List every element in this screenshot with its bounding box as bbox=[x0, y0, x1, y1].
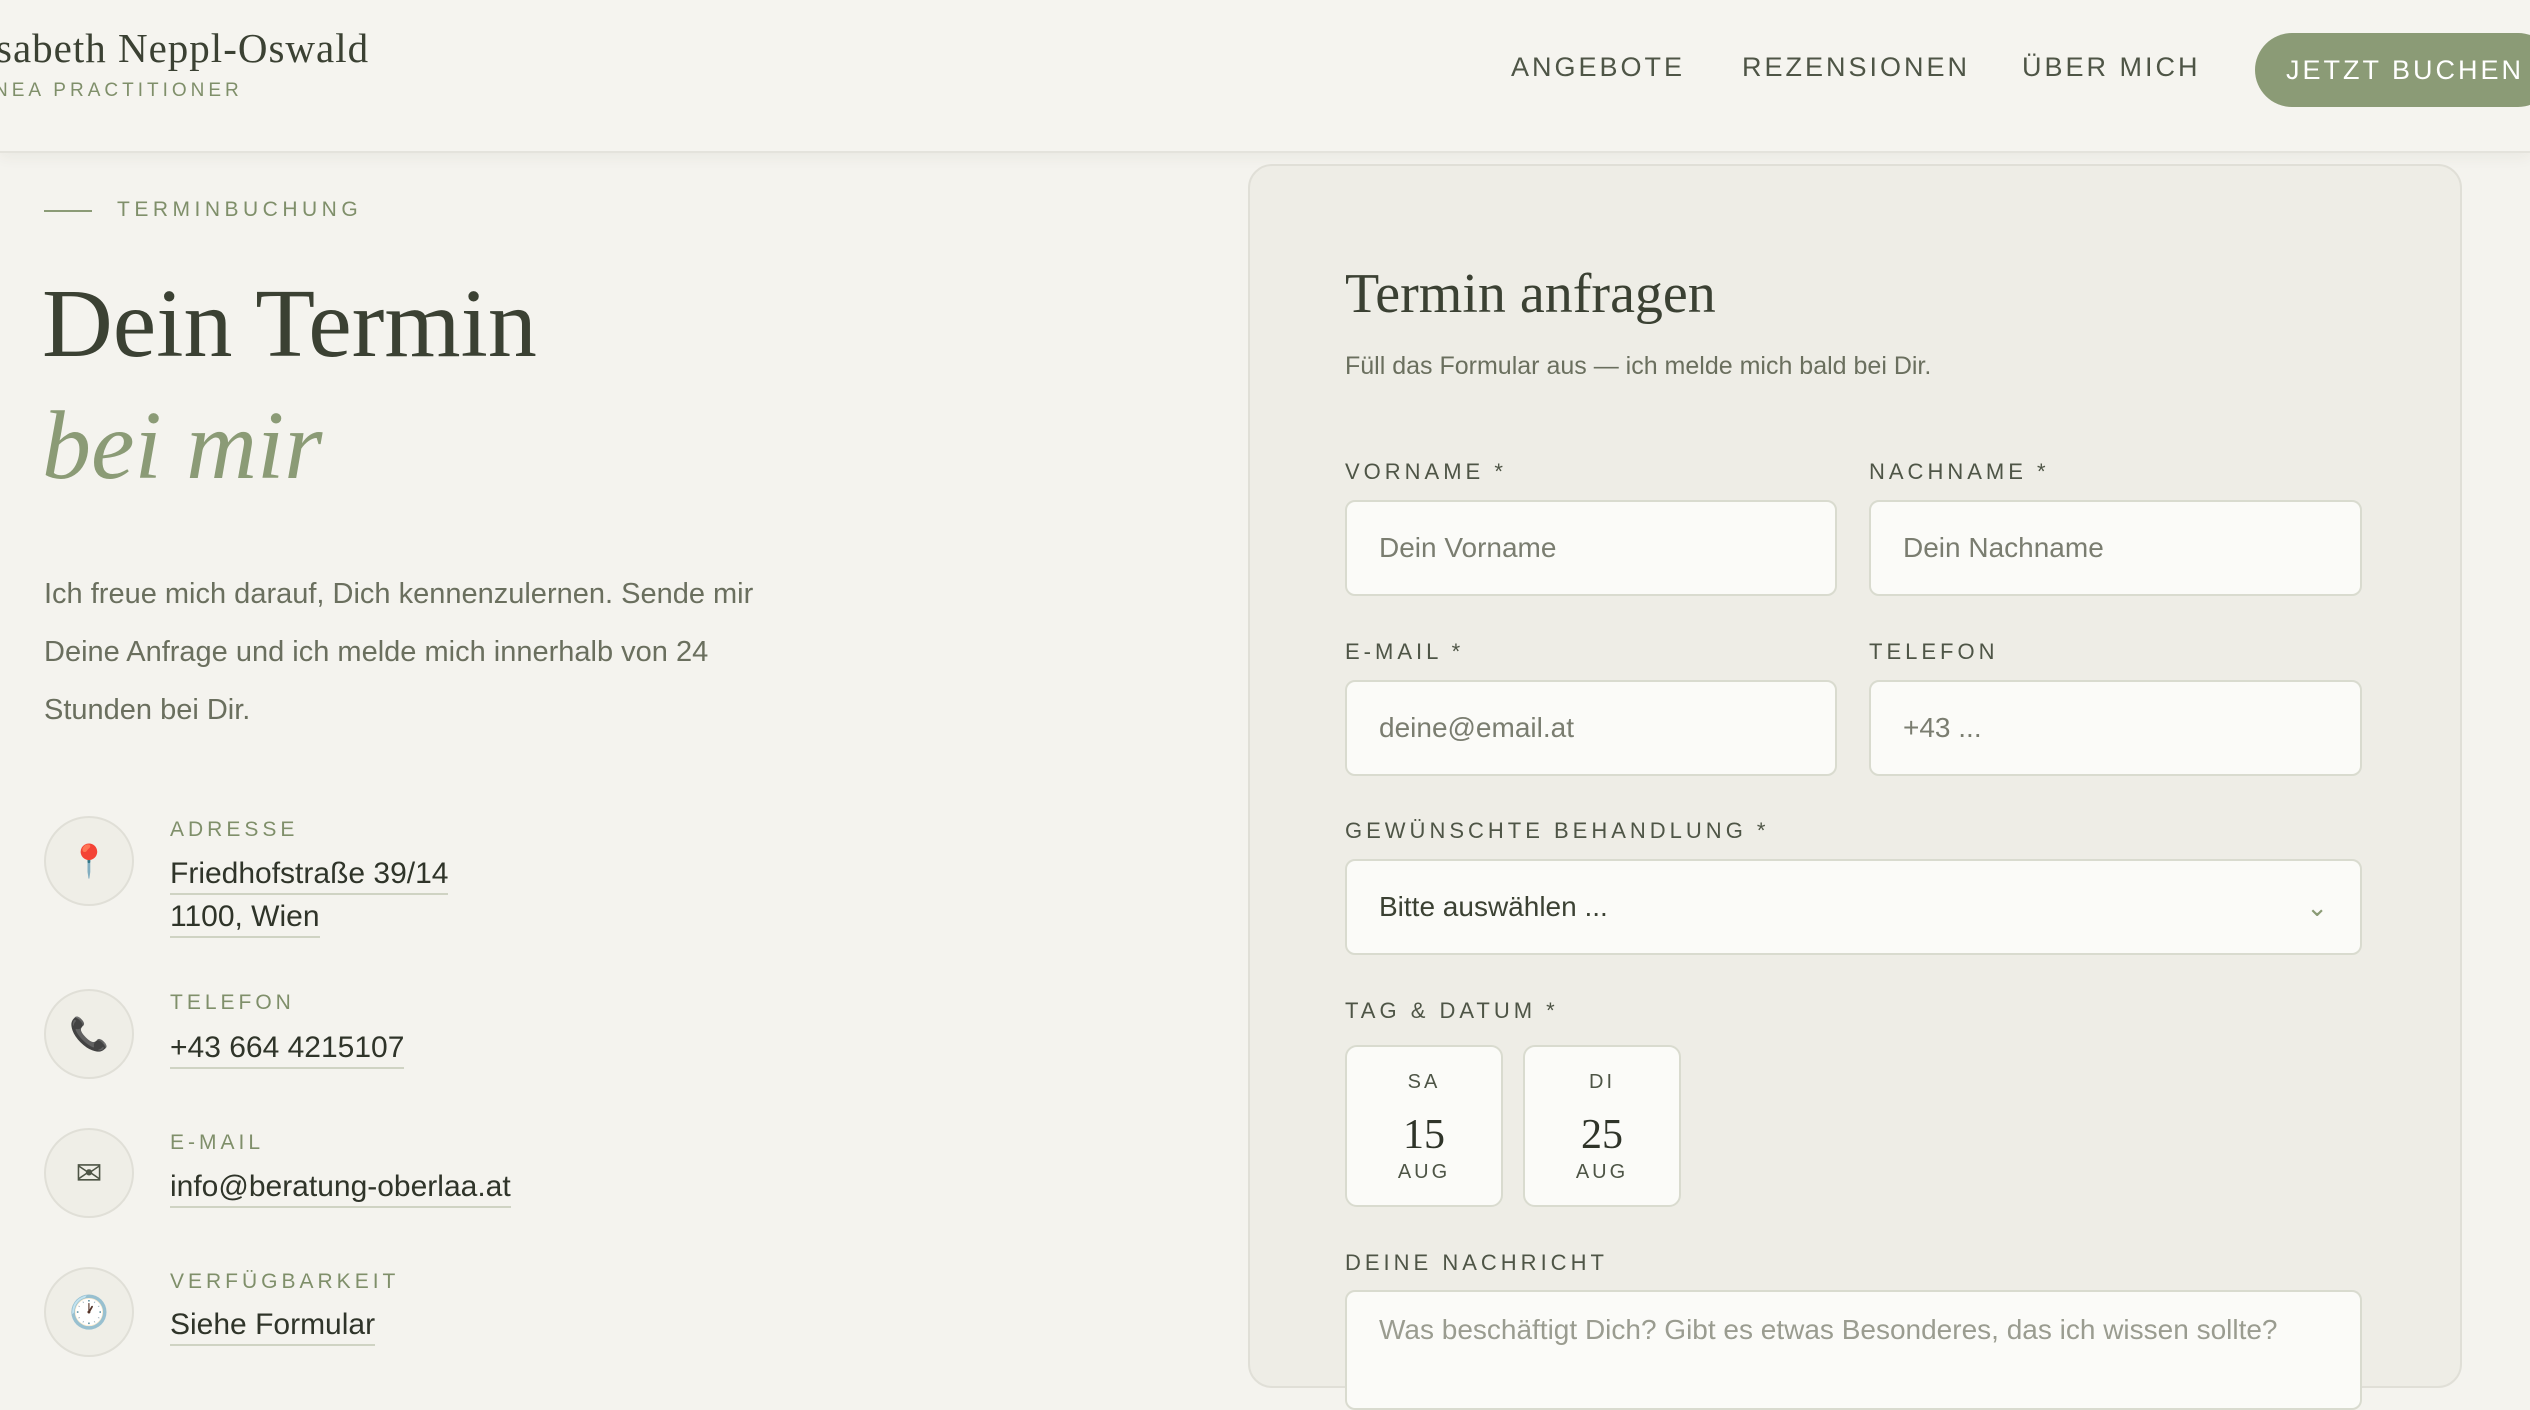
email-label: E-MAIL * bbox=[1345, 639, 1465, 664]
date-label: TAG & DATUM * bbox=[1345, 998, 1559, 1023]
contact-label-address: ADRESSE bbox=[170, 818, 299, 841]
date-option[interactable]: DI 25 AUG bbox=[1523, 1045, 1681, 1207]
date-weekday: SA bbox=[1407, 1071, 1441, 1093]
site-header: sabeth Neppl-Oswald NEA PRACTITIONER ANG… bbox=[0, 0, 2530, 153]
last-name-label: NACHNAME * bbox=[1869, 459, 2050, 484]
first-name-label: VORNAME * bbox=[1345, 459, 1507, 484]
phone-link[interactable]: +43 664 4215107 bbox=[170, 1029, 405, 1069]
form-subtitle: Füll das Formular aus — ich melde mich b… bbox=[1345, 352, 1932, 380]
last-name-input[interactable]: Dein Nachname bbox=[1869, 500, 2362, 596]
contact-label-phone: TELEFON bbox=[170, 991, 295, 1014]
date-month: AUG bbox=[1397, 1161, 1451, 1183]
map-pin-icon: 📍 bbox=[44, 816, 134, 906]
envelope-icon: ✉ bbox=[44, 1128, 134, 1218]
form-title: Termin anfragen bbox=[1345, 263, 1716, 325]
email-input[interactable]: deine@email.at bbox=[1345, 680, 1837, 776]
treatment-label: GEWÜNSCHTE BEHANDLUNG * bbox=[1345, 818, 1770, 843]
date-option[interactable]: SA 15 AUG bbox=[1345, 1045, 1503, 1207]
phone-label: TELEFON bbox=[1869, 639, 1999, 664]
date-day: 15 bbox=[1403, 1112, 1445, 1158]
email-link[interactable]: info@beratung-oberlaa.at bbox=[170, 1168, 511, 1208]
contact-label-email: E-MAIL bbox=[170, 1131, 265, 1154]
first-name-input[interactable]: Dein Vorname bbox=[1345, 500, 1837, 596]
availability-value: Siehe Formular bbox=[170, 1306, 376, 1346]
contact-label-availability: VERFÜGBARKEIT bbox=[170, 1270, 400, 1293]
phone-icon: 📞 bbox=[44, 989, 134, 1079]
brand-subtitle: NEA PRACTITIONER bbox=[0, 80, 243, 101]
treatment-selected-value: Bitte auswählen ... bbox=[1379, 891, 1608, 922]
chevron-down-icon: ⌄ bbox=[2306, 891, 2328, 922]
treatment-select[interactable]: Bitte auswählen ... ⌄ bbox=[1345, 859, 2362, 955]
eyebrow-divider bbox=[44, 210, 92, 212]
date-weekday: DI bbox=[1589, 1071, 1615, 1093]
intro-text: Ich freue mich darauf, Dich kennenzulern… bbox=[44, 578, 754, 726]
message-textarea[interactable]: Was beschäftigt Dich? Gibt es etwas Beso… bbox=[1345, 1290, 2362, 1410]
address-line-1[interactable]: Friedhofstraße 39/14 bbox=[170, 855, 449, 895]
book-now-button[interactable]: JETZT BUCHEN bbox=[2255, 33, 2530, 107]
message-label: DEINE NACHRICHT bbox=[1345, 1250, 1608, 1275]
nav-link-ueber-mich[interactable]: ÜBER MICH bbox=[2022, 52, 2201, 83]
nav-link-angebote[interactable]: ANGEBOTE bbox=[1511, 52, 1685, 83]
date-month: AUG bbox=[1575, 1161, 1629, 1183]
clock-icon: 🕐 bbox=[44, 1267, 134, 1357]
phone-input[interactable]: +43 ... bbox=[1869, 680, 2362, 776]
date-day: 25 bbox=[1581, 1112, 1623, 1158]
brand-name[interactable]: sabeth Neppl-Oswald bbox=[0, 24, 369, 72]
page-title: Dein Termin bbox=[42, 270, 537, 378]
page-title-accent: bei mir bbox=[42, 392, 323, 500]
nav-link-rezensionen[interactable]: REZENSIONEN bbox=[1742, 52, 1970, 83]
section-eyebrow: TERMINBUCHUNG bbox=[117, 198, 363, 221]
address-line-2[interactable]: 1100, Wien bbox=[170, 898, 320, 938]
